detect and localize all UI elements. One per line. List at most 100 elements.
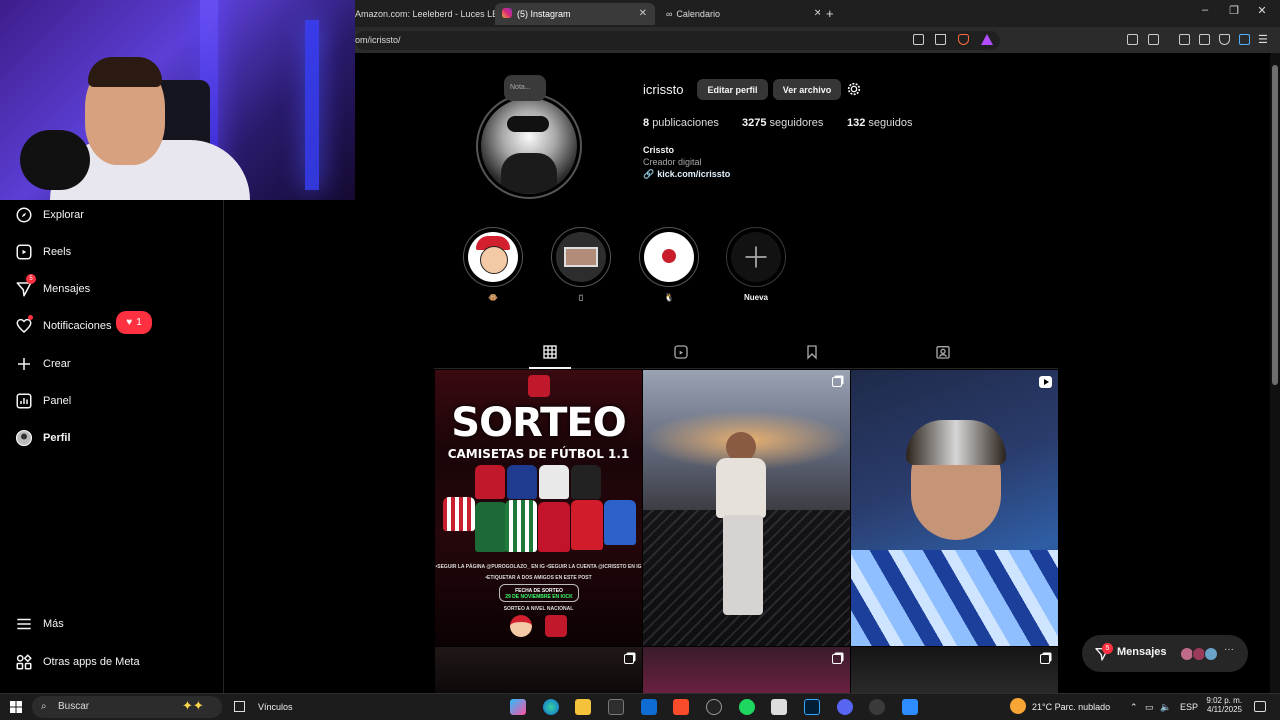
- jersey: [507, 465, 537, 499]
- note-bubble[interactable]: Nota...: [504, 75, 546, 101]
- settings-gear-icon[interactable]: [846, 81, 862, 97]
- profile-avatar[interactable]: [481, 98, 577, 194]
- leo-icon[interactable]: [1239, 34, 1250, 45]
- reader-icon[interactable]: [1148, 34, 1159, 45]
- sidebar-item-mas[interactable]: Más: [15, 612, 64, 636]
- notification-count-pill[interactable]: ♥ 1: [116, 311, 152, 334]
- heart-filled-icon: ♥: [126, 317, 133, 328]
- following-stat[interactable]: 132 seguidos: [847, 117, 912, 129]
- wallet-icon[interactable]: [1199, 34, 1210, 45]
- weather-text[interactable]: 21°C Parc. nublado: [1032, 702, 1110, 712]
- following-label: seguidos: [868, 117, 913, 129]
- carousel-icon: [1040, 654, 1050, 664]
- discord-icon[interactable]: [837, 699, 853, 715]
- copilot-icon[interactable]: [510, 699, 526, 715]
- task-view-icon[interactable]: [234, 701, 245, 712]
- followers-label: seguidores: [769, 117, 824, 129]
- file-explorer-icon[interactable]: [575, 699, 591, 715]
- obs-icon[interactable]: [706, 699, 722, 715]
- carousel-icon: [832, 377, 842, 387]
- menu-icon[interactable]: ☰: [1258, 33, 1268, 46]
- brand-logo: [545, 615, 567, 637]
- sidebar-item-label: Mensajes: [43, 283, 91, 295]
- brave-icon[interactable]: [673, 699, 689, 715]
- followers-count: 3275: [742, 117, 767, 129]
- post-5[interactable]: [643, 647, 850, 693]
- share-icon[interactable]: [935, 34, 946, 45]
- brave-rewards-icon[interactable]: [981, 34, 993, 45]
- profile-link[interactable]: 🔗 kick.com/icrissto: [643, 169, 730, 180]
- notifications-icon[interactable]: [1254, 701, 1266, 712]
- view-archive-button[interactable]: Ver archivo: [773, 79, 841, 100]
- sidebar-item-crear[interactable]: Crear: [15, 352, 71, 376]
- highlight-cover: [468, 232, 518, 282]
- brave-shield-icon[interactable]: [958, 34, 969, 45]
- highlight-1[interactable]: [463, 227, 523, 287]
- app-icon[interactable]: [771, 699, 787, 715]
- search-placeholder: Buscar: [58, 701, 90, 712]
- scroll-thumb[interactable]: [1272, 65, 1278, 385]
- sidebar-item-meta-apps[interactable]: Otras apps de Meta: [15, 650, 140, 674]
- reels-tab-icon[interactable]: [673, 344, 689, 360]
- highlight-3[interactable]: [639, 227, 699, 287]
- close-tab-icon[interactable]: ✕: [814, 3, 820, 25]
- mail-icon[interactable]: [641, 699, 657, 715]
- taskbar-search[interactable]: ⌕ Buscar ✦✦: [32, 696, 222, 718]
- sidebar-item-label: Explorar: [43, 209, 84, 221]
- highlight-cover: [644, 232, 694, 282]
- spotify-icon[interactable]: [739, 699, 755, 715]
- post-4[interactable]: [435, 647, 642, 693]
- sidebar-item-mensajes[interactable]: 5 Mensajes: [15, 274, 91, 301]
- highlight-2[interactable]: [551, 227, 611, 287]
- posts-stat: 8 publicaciones: [643, 117, 719, 129]
- post-photo-concert[interactable]: [643, 370, 850, 646]
- posts-grid-icon[interactable]: [542, 344, 558, 360]
- profile-username: icrissto: [643, 82, 684, 97]
- apps-icon: [16, 654, 32, 670]
- sidebar-item-explorar[interactable]: Explorar: [15, 203, 84, 227]
- post-sorteo[interactable]: SORTEO CAMISETAS DE FÚTBOL 1.1 •SEGUIR L…: [435, 370, 642, 646]
- extensions-icon[interactable]: [1127, 34, 1138, 45]
- tagged-icon[interactable]: [935, 344, 951, 360]
- edge-icon[interactable]: [543, 699, 559, 715]
- sidebar-item-perfil[interactable]: Perfil: [15, 426, 71, 450]
- close-window-icon[interactable]: ✕: [1252, 4, 1272, 17]
- volume-icon[interactable]: 🔈: [1160, 702, 1171, 713]
- post-subtitle: CAMISETAS DE FÚTBOL 1.1: [447, 447, 630, 461]
- new-tab-button[interactable]: +: [826, 3, 840, 25]
- minimize-icon[interactable]: –: [1195, 4, 1215, 16]
- post-photo-haircut[interactable]: [851, 370, 1058, 646]
- clock[interactable]: 9:02 p. m. 4/11/2025: [1202, 696, 1242, 714]
- carousel-icon: [832, 654, 842, 664]
- edit-profile-button[interactable]: Editar perfil: [697, 79, 768, 100]
- cast-icon[interactable]: [913, 34, 924, 45]
- photos-icon[interactable]: [902, 699, 918, 715]
- sidebar-item-reels[interactable]: Reels: [15, 240, 71, 264]
- photoshop-icon[interactable]: [804, 699, 820, 715]
- saved-bookmark-icon[interactable]: [804, 344, 820, 360]
- url-field[interactable]: om/icrissto/: [355, 31, 1000, 50]
- windows-start-icon[interactable]: [10, 701, 22, 713]
- close-tab-icon[interactable]: ✕: [639, 3, 647, 25]
- messages-floating-button[interactable]: 5 Mensajes ···: [1082, 635, 1248, 672]
- sidebar-item-notificaciones[interactable]: Notificaciones: [15, 314, 111, 338]
- language-indicator[interactable]: ESP: [1180, 702, 1198, 712]
- post-6[interactable]: [851, 647, 1058, 693]
- taskbar-links[interactable]: Vínculos: [258, 702, 293, 712]
- infinity-icon: ∞: [666, 9, 673, 19]
- sidebar-toggle-icon[interactable]: [1179, 34, 1190, 45]
- page-scrollbar[interactable]: [1270, 53, 1280, 693]
- tab-calendario[interactable]: ∞ Calendario ✕: [660, 3, 820, 25]
- restore-icon[interactable]: ❐: [1224, 4, 1244, 17]
- led-strip: [305, 20, 319, 190]
- new-highlight-button[interactable]: [726, 227, 786, 287]
- vpn-icon[interactable]: [1219, 34, 1230, 45]
- settings-icon[interactable]: [869, 699, 885, 715]
- tray-chevron-icon[interactable]: ⌃: [1130, 702, 1138, 713]
- store-icon[interactable]: [608, 699, 624, 715]
- tab-instagram[interactable]: (5) Instagram ✕: [495, 3, 655, 25]
- tab-amazon[interactable]: Amazon.com: Leeleberd - Luces LED: [355, 3, 495, 25]
- sidebar-item-panel[interactable]: Panel: [15, 389, 71, 413]
- followers-stat[interactable]: 3275 seguidores: [742, 117, 823, 129]
- network-icon[interactable]: ▭: [1145, 702, 1154, 713]
